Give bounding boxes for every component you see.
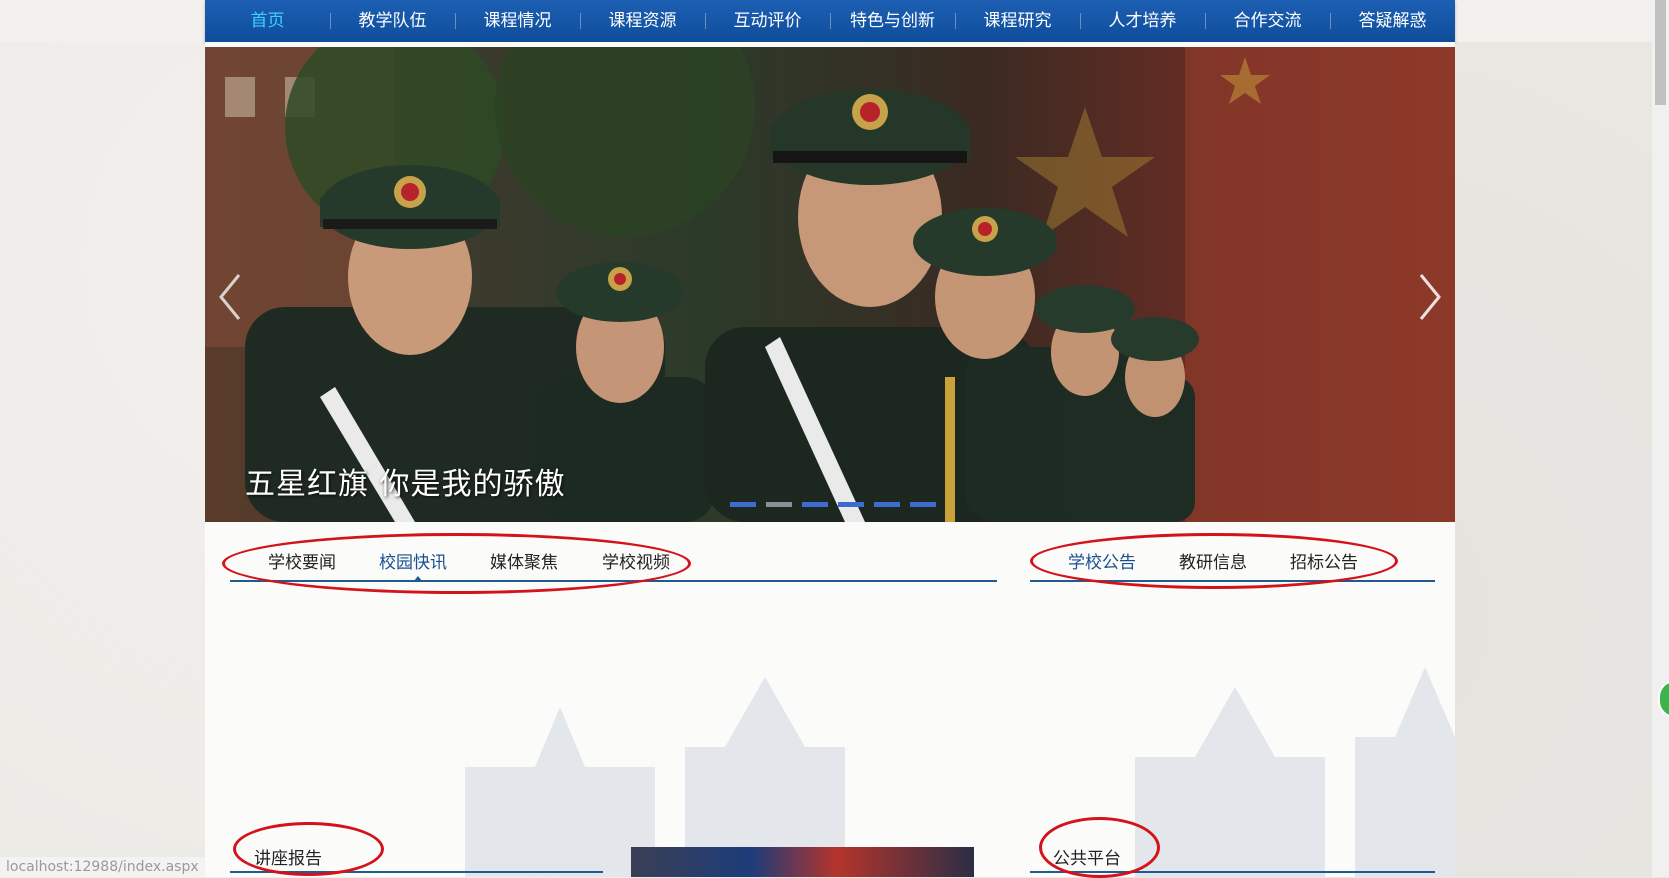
nav-item-course-status[interactable]: 课程情况	[455, 0, 580, 42]
nav-item-course-research[interactable]: 课程研究	[955, 0, 1080, 42]
nav-item-qa[interactable]: 答疑解惑	[1330, 0, 1455, 42]
nav-item-home[interactable]: 首页	[205, 0, 330, 42]
chevron-right-icon	[1419, 274, 1441, 320]
status-bar-url: localhost:12988/index.aspx	[0, 857, 205, 877]
hero-caption: 五星红旗 你是我的骄傲	[245, 467, 566, 502]
tab-school-notice[interactable]: 学校公告	[1068, 548, 1136, 573]
nav-item-features-innovation[interactable]: 特色与创新	[830, 0, 955, 42]
tab-research-info[interactable]: 教研信息	[1179, 548, 1247, 573]
active-tab-caret	[414, 576, 422, 581]
platform-section-title: 公共平台	[1053, 849, 1121, 869]
page-scrollbar[interactable]	[1652, 0, 1669, 877]
slider-dot-2[interactable]	[766, 502, 792, 507]
nav-item-interactive-evaluation[interactable]: 互动评价	[705, 0, 830, 42]
building-watermark	[465, 667, 1455, 877]
slider-prev-button[interactable]	[211, 267, 251, 327]
top-navigation-area: 首页 教学队伍 课程情况 课程资源 互动评价 特色与创新 课程研究 人才培养 合…	[0, 0, 1669, 42]
slider-next-button[interactable]	[1409, 267, 1449, 327]
main-nav-bar: 首页 教学队伍 课程情况 课程资源 互动评价 特色与创新 课程研究 人才培养 合…	[205, 0, 1455, 42]
nav-item-cooperation[interactable]: 合作交流	[1205, 0, 1330, 42]
notice-tabbar: 学校公告 教研信息 招标公告	[1030, 540, 1435, 582]
slider-dot-5[interactable]	[874, 502, 900, 507]
news-tabbar: 学校要闻 校园快讯 媒体聚焦 学校视频	[230, 540, 997, 582]
lecture-thumbnail[interactable]	[631, 847, 974, 877]
slider-dot-6[interactable]	[910, 502, 936, 507]
lecture-section-line	[230, 871, 603, 873]
nav-item-course-resources[interactable]: 课程资源	[580, 0, 705, 42]
slider-pagination	[730, 502, 936, 507]
tab-school-news[interactable]: 学校要闻	[268, 548, 336, 573]
tab-campus-briefs[interactable]: 校园快讯	[379, 548, 447, 573]
platform-section-line	[1030, 871, 1435, 873]
scrollbar-thumb[interactable]	[1655, 0, 1666, 105]
slider-dot-1[interactable]	[730, 502, 756, 507]
hero-banner[interactable]: 五星红旗 你是我的骄傲	[205, 47, 1455, 522]
tab-media-focus[interactable]: 媒体聚焦	[490, 548, 558, 573]
chevron-left-icon	[219, 274, 241, 320]
tab-tender-notice[interactable]: 招标公告	[1290, 548, 1358, 573]
nav-item-teaching-team[interactable]: 教学队伍	[330, 0, 455, 42]
main-nav-list: 首页 教学队伍 课程情况 课程资源 互动评价 特色与创新 课程研究 人才培养 合…	[205, 0, 1455, 42]
hero-photo	[205, 47, 1455, 522]
slider-dot-3[interactable]	[802, 502, 828, 507]
main-container: 五星红旗 你是我的骄傲 学校要闻 校园快讯 媒体聚焦 学校视频 学校公告 教研信…	[205, 42, 1455, 878]
slider-dot-4[interactable]	[838, 502, 864, 507]
lecture-section-title: 讲座报告	[254, 849, 322, 869]
tab-school-video[interactable]: 学校视频	[602, 548, 670, 573]
nav-item-talent-cultivation[interactable]: 人才培养	[1080, 0, 1205, 42]
